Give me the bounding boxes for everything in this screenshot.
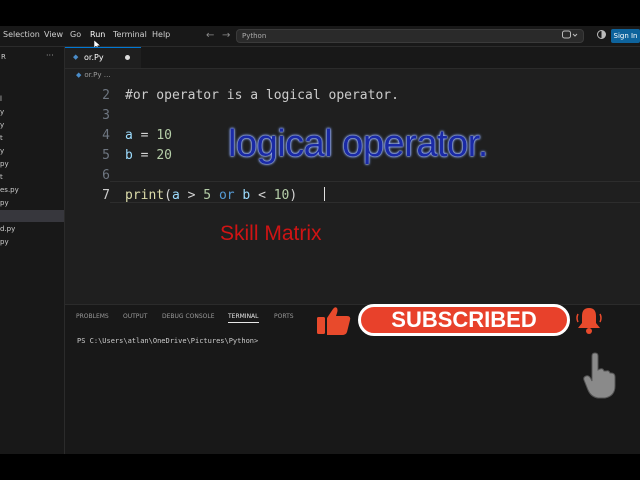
explorer-file-item[interactable]: y bbox=[0, 106, 64, 118]
tab-label: or.Py bbox=[84, 53, 104, 62]
line-number: 2 bbox=[102, 88, 110, 103]
tab-debug-console[interactable]: DEBUG CONSOLE bbox=[162, 313, 215, 320]
breadcrumb-more[interactable]: … bbox=[104, 71, 111, 79]
code-line[interactable]: a = 10 bbox=[125, 128, 172, 143]
line-number: 3 bbox=[102, 108, 110, 123]
menu-help[interactable]: Help bbox=[152, 30, 170, 39]
explorer-file-item[interactable]: py bbox=[0, 158, 64, 170]
more-actions-icon[interactable]: ··· bbox=[46, 51, 54, 60]
tab-output[interactable]: OUTPUT bbox=[123, 313, 147, 320]
explorer-file-item[interactable]: y bbox=[0, 119, 64, 131]
python-file-icon: ◆ bbox=[76, 71, 82, 79]
line-number: 6 bbox=[102, 168, 110, 183]
editor-tab-bar: ◆ or.Py bbox=[65, 47, 640, 69]
explorer-file-item[interactable]: d.py bbox=[0, 223, 64, 235]
explorer-file-item[interactable] bbox=[0, 210, 64, 222]
tab-terminal[interactable]: TERMINAL bbox=[228, 313, 259, 323]
breadcrumb[interactable]: ◆ or.Py … bbox=[76, 71, 111, 79]
breadcrumb-file[interactable]: or.Py bbox=[84, 71, 101, 79]
line-number: 7 bbox=[102, 188, 110, 203]
tab-problems[interactable]: PROBLEMS bbox=[76, 313, 109, 320]
menu-view[interactable]: View bbox=[44, 30, 63, 39]
explorer-file-item[interactable]: t bbox=[0, 132, 64, 144]
account-icon[interactable] bbox=[597, 30, 606, 42]
menu-go[interactable]: Go bbox=[70, 30, 81, 39]
explorer-file-item[interactable]: t bbox=[0, 171, 64, 183]
thumbs-up-icon bbox=[316, 304, 352, 336]
menu-terminal[interactable]: Terminal bbox=[113, 30, 147, 39]
explorer-sidebar: R ··· l y y t y py t es.py py d.py py bbox=[0, 47, 65, 454]
explorer-file-item[interactable]: l bbox=[0, 93, 64, 105]
tab-ports[interactable]: PORTS bbox=[274, 313, 294, 320]
command-center-search[interactable]: Python bbox=[236, 29, 584, 43]
copilot-icon[interactable] bbox=[562, 30, 578, 42]
explorer-file-item[interactable]: py bbox=[0, 236, 64, 248]
search-text: Python bbox=[242, 32, 267, 40]
explorer-file-item[interactable]: y bbox=[0, 145, 64, 157]
unsaved-dot-icon[interactable] bbox=[125, 55, 130, 60]
forward-arrow-icon[interactable]: → bbox=[222, 26, 230, 46]
code-line[interactable]: #or operator is a logical operator. bbox=[125, 88, 399, 103]
back-arrow-icon[interactable]: ← bbox=[206, 26, 214, 46]
channel-watermark: Skill Matrix bbox=[220, 222, 322, 245]
python-file-icon: ◆ bbox=[73, 53, 79, 61]
code-line[interactable]: b = 20 bbox=[125, 148, 172, 163]
explorer-title: R bbox=[1, 53, 6, 61]
line-number: 4 bbox=[102, 128, 110, 143]
menu-run[interactable]: Run bbox=[90, 30, 105, 39]
sign-in-button[interactable]: Sign In bbox=[611, 29, 640, 43]
overlay-title: logical operator. bbox=[228, 123, 488, 165]
text-caret bbox=[324, 187, 325, 201]
line-number: 5 bbox=[102, 148, 110, 163]
code-line[interactable]: print(a > 5 or b < 10) bbox=[125, 188, 297, 203]
explorer-file-item[interactable]: es.py bbox=[0, 184, 64, 196]
terminal-prompt[interactable]: PS C:\Users\atlan\OneDrive\Pictures\Pyth… bbox=[77, 337, 258, 345]
bell-icon bbox=[573, 304, 605, 336]
tab-or-py[interactable]: ◆ or.Py bbox=[65, 47, 141, 68]
pointing-hand-icon bbox=[580, 352, 620, 400]
subscribe-button[interactable]: SUBSCRIBED bbox=[358, 304, 570, 336]
vscode-window: Selection View Go Run Terminal Help ← → … bbox=[0, 26, 640, 454]
explorer-file-item[interactable]: py bbox=[0, 197, 64, 209]
menu-selection[interactable]: Selection bbox=[3, 30, 40, 39]
